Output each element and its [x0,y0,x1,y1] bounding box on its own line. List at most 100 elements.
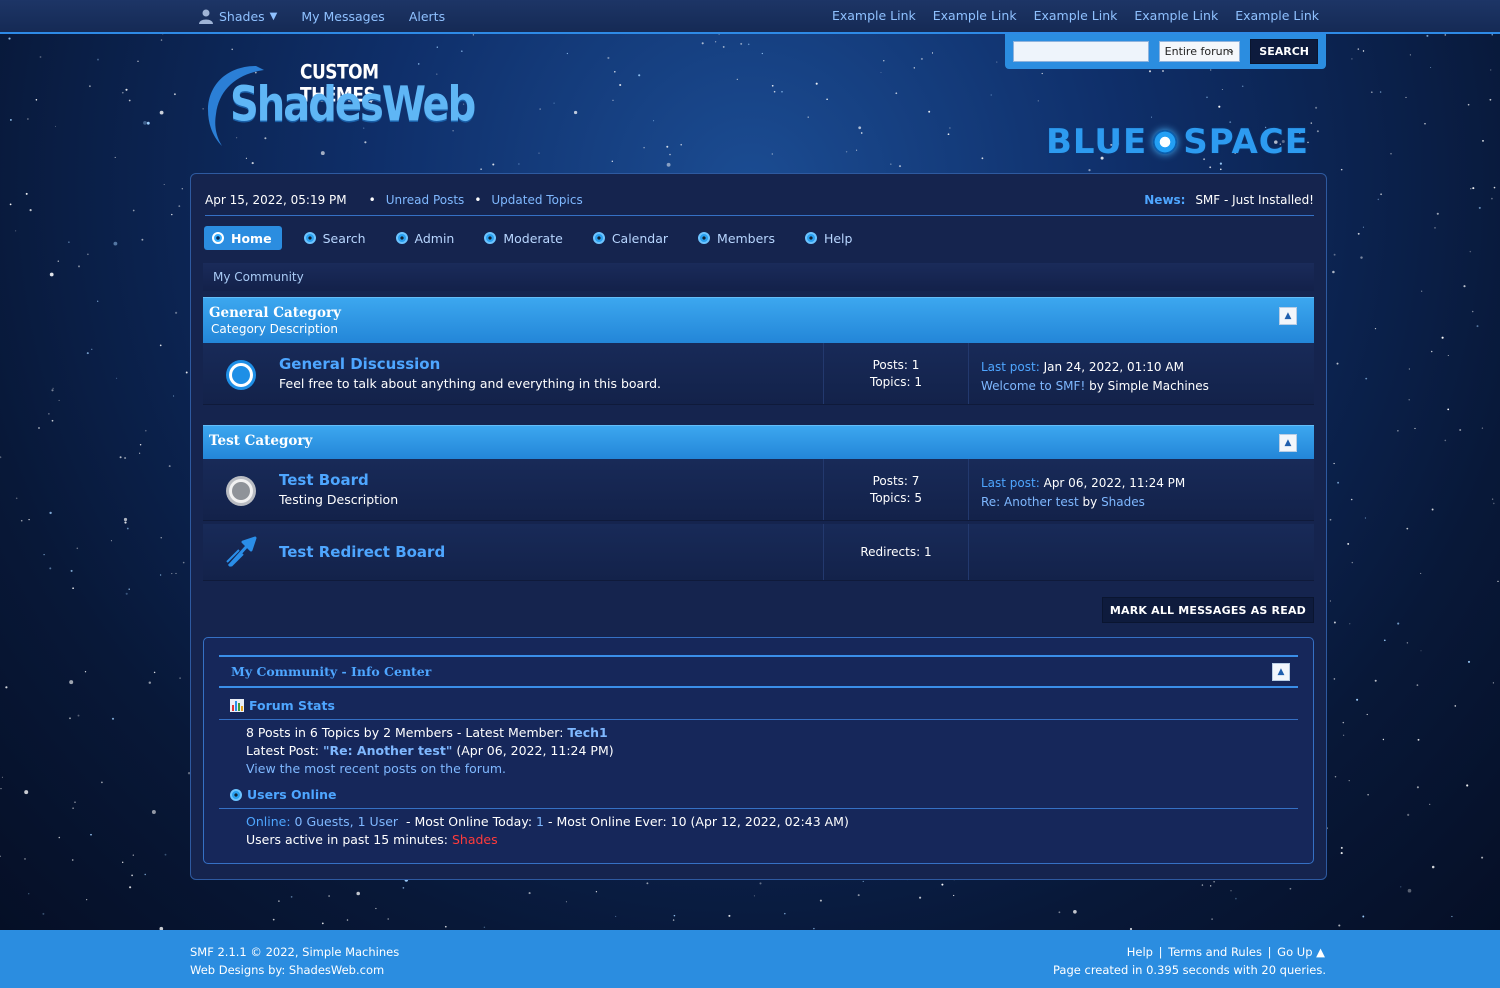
board-redirects: Redirects: 1 [860,545,932,559]
menu-bullet-icon [592,232,605,244]
mark-all-read-button[interactable]: MARK ALL MESSAGES AS READ [1101,597,1314,623]
stats-summary: 8 Posts in 6 Topics by 2 Members - Lates… [246,725,564,740]
menu-calendar[interactable]: Calendar [591,226,676,250]
example-link[interactable]: Example Link [832,8,916,23]
category-title[interactable]: Test Category [209,433,1308,449]
users-online-title: Users Online [230,787,337,802]
recent-posts-link[interactable]: View the most recent posts on the forum. [246,761,506,776]
search-input[interactable] [1013,41,1149,62]
collapse-button[interactable]: ▲ [1279,307,1297,325]
main-menu: Home Search Admin Moderate Calendar Memb… [204,226,860,250]
latest-post-date: (Apr 06, 2022, 11:24 PM) [456,743,614,758]
collapse-button[interactable]: ▲ [1272,663,1290,681]
web-designs-link[interactable]: ShadesWeb.com [289,963,384,977]
example-link[interactable]: Example Link [933,8,1017,23]
latest-post-link[interactable]: "Re: Another test" [323,743,452,758]
board-last-post: Last post: Jan 24, 2022, 01:10 AM Welcom… [981,358,1209,396]
active-user-link[interactable]: Shades [452,832,498,847]
news-ticker: News: SMF - Just Installed! [1144,193,1314,207]
example-link[interactable]: Example Link [1235,8,1319,23]
search-scope-select[interactable]: Entire forum ⌄ [1158,41,1241,62]
example-link[interactable]: Example Link [1034,8,1118,23]
forum-stats-title: Forum Stats [230,698,335,713]
section-divider [219,719,1298,720]
board-stats: Posts: 1 Topics: 1 [823,343,969,404]
last-post-by: by [1089,379,1104,393]
menu-home[interactable]: Home [204,226,282,250]
page-created-text: Page created in 0.395 seconds with 20 qu… [1053,963,1326,977]
footer-separator: | [1158,945,1163,959]
user-menu[interactable]: Shades ▼ [198,8,277,24]
menu-search[interactable]: Search [302,226,374,250]
top-bar: Shades ▼ My Messages Alerts Example Link… [0,0,1500,34]
info-center-header: My Community - Info Center ▲ [219,655,1298,688]
board-topics: Topics: 1 [870,375,922,389]
my-messages-link[interactable]: My Messages [301,9,384,24]
search-scope-value: Entire forum [1164,45,1234,58]
menu-label: Members [717,230,775,246]
board-name[interactable]: Test Redirect Board [279,543,445,561]
theme-logo-right: SPACE [1183,122,1309,162]
menu-admin[interactable]: Admin [394,226,463,250]
info-center: My Community - Info Center ▲ Forum Stats… [203,637,1314,864]
menu-moderate[interactable]: Moderate [482,226,570,250]
footer-terms-link[interactable]: Terms and Rules [1168,945,1262,959]
menu-bullet-icon [698,232,711,244]
board-row: Test Board Testing Description Posts: 7 … [203,459,1314,521]
example-link[interactable]: Example Link [1134,8,1218,23]
category-title[interactable]: General Category [209,305,1308,321]
board-row: General Discussion Feel free to talk abo… [203,343,1314,405]
collapse-button[interactable]: ▲ [1279,434,1297,452]
menu-label: Calendar [611,230,669,246]
search-button[interactable]: SEARCH [1250,39,1318,64]
section-divider [219,808,1298,809]
last-post-topic-link[interactable]: Re: Another test [981,495,1079,509]
online-bullet-icon [230,788,242,801]
latest-post-label: Latest Post: [246,743,319,758]
category-header: Test Category ▲ [203,425,1314,459]
last-post-label: Last post: [981,360,1040,374]
theme-logo: BLUE SPACE [1046,122,1309,162]
users-online-label[interactable]: Users Online [247,787,337,802]
chevron-up-icon: ▲ [1284,311,1292,321]
footer-go-up-link[interactable]: Go Up ▲ [1277,945,1325,959]
menu-label: Admin [414,230,455,246]
unread-posts-link[interactable]: Unread Posts [386,193,465,207]
menu-bullet-icon [212,232,224,244]
alerts-link[interactable]: Alerts [409,9,445,24]
menu-members[interactable]: Members [696,226,783,250]
current-date: Apr 15, 2022, 05:19 PM [205,192,347,207]
footer-help-link[interactable]: Help [1127,945,1153,959]
footer-separator: | [1267,945,1272,959]
forum-stats-label[interactable]: Forum Stats [249,698,335,713]
updated-topics-link[interactable]: Updated Topics [491,193,582,207]
news-label: News: [1144,193,1186,207]
theme-orb-icon [1153,130,1178,154]
online-counts-link[interactable]: 0 Guests, 1 User [295,814,399,829]
bar-chart-icon [230,699,244,712]
active-users-label: Users active in past 15 minutes: [246,832,448,847]
users-online-text: Online: 0 Guests, 1 User - Most Online T… [246,813,849,849]
board-name[interactable]: General Discussion [279,355,440,373]
menu-help[interactable]: Help [803,226,861,250]
board-description: Testing Description [279,492,399,507]
user-name: Shades [219,8,265,24]
web-designs-label: Web Designs by: [190,963,286,977]
most-online-today-label: - Most Online Today: [405,814,533,829]
search-bar: Entire forum ⌄ SEARCH [1005,34,1326,69]
last-post-author: Simple Machines [1107,379,1209,393]
main-content: Apr 15, 2022, 05:19 PM • Unread Posts • … [190,173,1327,880]
board-posts: Posts: 1 [872,358,920,372]
last-post-author-link[interactable]: Shades [1101,495,1145,509]
board-name[interactable]: Test Board [279,471,369,489]
online-label-link[interactable]: Online: [246,814,291,829]
news-text: SMF - Just Installed! [1195,193,1314,207]
board-new-posts-icon [226,360,256,390]
copyright-text[interactable]: SMF 2.1.1 © 2022, Simple Machines [190,943,399,961]
last-post-topic-link[interactable]: Welcome to SMF! [981,379,1085,393]
most-online-today-value[interactable]: 1 [536,814,544,829]
site-logo[interactable]: CUSTOM THEMES ShadesWeb [204,60,476,150]
user-icon [199,9,213,24]
latest-member-link[interactable]: Tech1 [567,725,607,740]
breadcrumb-item[interactable]: My Community [213,270,304,284]
